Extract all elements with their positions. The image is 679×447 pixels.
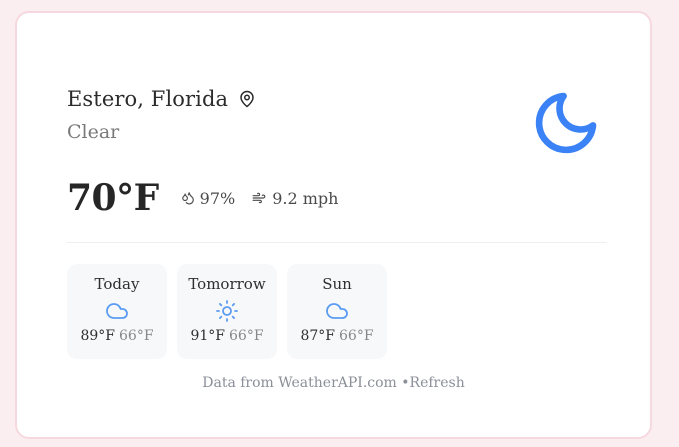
forecast-day-sun: Sun 87°F 66°F xyxy=(287,264,387,359)
cloud-icon xyxy=(326,303,348,319)
droplet-icon xyxy=(181,192,194,205)
humidity-value: 97% xyxy=(199,188,236,208)
wind-stat: 9.2 mph xyxy=(251,189,338,208)
cloud-icon xyxy=(106,303,128,319)
refresh-link[interactable]: Refresh xyxy=(410,375,465,391)
forecast-day-label: Sun xyxy=(322,275,352,293)
forecast-high: 89°F xyxy=(80,328,115,344)
forecast-temps: 91°F 66°F xyxy=(190,328,263,344)
forecast-day-tomorrow: Tomorrow 91°F 66°F xyxy=(177,264,277,359)
forecast-low: 66°F xyxy=(119,328,154,344)
current-temperature: 70°F xyxy=(67,177,159,219)
map-pin-icon[interactable] xyxy=(238,89,256,109)
humidity-stat: 97% xyxy=(181,188,236,208)
data-source-text: Data from WeatherAPI.com • xyxy=(202,375,410,391)
forecast-high: 91°F xyxy=(190,328,225,344)
weather-condition: Clear xyxy=(67,121,120,143)
location-header: Estero, Florida xyxy=(67,87,256,111)
forecast-high: 87°F xyxy=(300,328,335,344)
forecast-temps: 87°F 66°F xyxy=(300,328,373,344)
wind-value: 9.2 mph xyxy=(272,188,339,208)
location-name: Estero, Florida xyxy=(67,87,229,111)
forecast-day-label: Tomorrow xyxy=(188,275,266,293)
forecast-low: 66°F xyxy=(229,328,264,344)
divider xyxy=(67,242,607,243)
moon-icon xyxy=(535,92,597,154)
forecast-day-label: Today xyxy=(94,275,140,293)
forecast-list: Today 89°F 66°F Tomorrow 91°F 66°F Sun 8… xyxy=(67,264,387,359)
forecast-day-today: Today 89°F 66°F xyxy=(67,264,167,359)
forecast-low: 66°F xyxy=(339,328,374,344)
sun-icon xyxy=(216,300,238,322)
weather-card: Estero, Florida Clear 70°F 97% 9.2 mph T… xyxy=(15,11,652,439)
data-source-footer: Data from WeatherAPI.com •Refresh xyxy=(17,375,650,391)
forecast-temps: 89°F 66°F xyxy=(80,328,153,344)
current-conditions: 70°F 97% 9.2 mph xyxy=(67,177,354,219)
wind-icon xyxy=(252,192,266,204)
